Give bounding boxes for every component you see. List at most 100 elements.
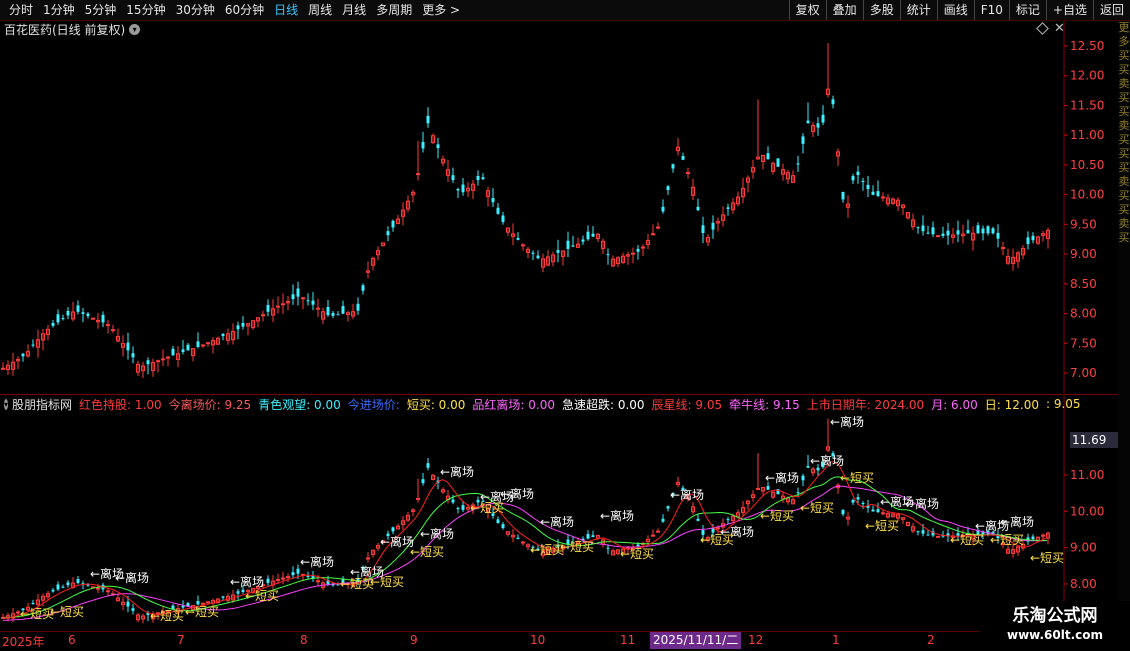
period-tab-9[interactable]: 多周期	[371, 0, 417, 20]
period-tab-10[interactable]: 更多 >	[417, 0, 465, 20]
candle-body	[186, 344, 190, 351]
indicator-value-8: 牵牛线: 9.15	[729, 397, 800, 412]
candle-body	[926, 232, 930, 234]
sidebar-char: 卖	[1118, 217, 1130, 230]
candle-body	[766, 486, 770, 490]
candle-body	[86, 313, 90, 317]
toolbar-button-8[interactable]: 返回	[1092, 0, 1130, 20]
buy-signal-label: ←短买	[840, 471, 874, 485]
candle-body	[571, 245, 575, 247]
exit-signal-label: ←离场	[115, 570, 149, 585]
candle-body	[641, 246, 645, 249]
indicator-chart[interactable]: 11.0010.009.008.00←离场←离场 ←离场←离场←离场←离场←离场←…	[0, 396, 1118, 632]
candle-body	[51, 589, 55, 592]
candle-body	[61, 586, 65, 588]
candle-body	[496, 207, 500, 214]
period-tab-5[interactable]: 60分钟	[220, 0, 269, 20]
candle-body	[991, 228, 995, 234]
period-tab-6[interactable]: 日线	[269, 0, 303, 20]
candle-body	[926, 534, 930, 536]
candles	[1, 43, 1050, 379]
y-tick-label: 11.00	[1070, 468, 1104, 482]
candle-body	[111, 329, 115, 332]
buy-signal-label: ←短买	[20, 607, 54, 621]
candle-body	[456, 189, 460, 191]
candle-body	[316, 307, 320, 310]
exit-signal-label: ←离场	[440, 464, 474, 479]
candle-body	[861, 503, 865, 505]
date-cursor-label: 2025/11/11/二	[650, 632, 742, 649]
candle-body	[841, 191, 845, 200]
indicator-value-1: 今离场价: 9.25	[168, 397, 252, 412]
period-tab-7[interactable]: 周线	[303, 0, 337, 20]
candle-body	[851, 499, 855, 503]
buy-signal-label: ←短买	[865, 519, 899, 533]
candle-body	[61, 318, 65, 320]
candle-body	[671, 164, 675, 169]
toolbar-button-1[interactable]: 叠加	[825, 0, 863, 20]
candle-body	[76, 579, 80, 583]
toolbar-button-7[interactable]: +自选	[1045, 0, 1093, 20]
watermark-title: 乐淘公式网	[1012, 606, 1098, 626]
indicator-panel[interactable]: 11.00 10.00 9.00 8.00 ←离场 ←离场 ←离场 ←离场 ←离场 ←离场 ←离场 ←…	[0, 396, 1130, 650]
dropdown-icon[interactable]: ▾	[4, 398, 9, 410]
candle-body	[221, 333, 225, 336]
candle-body	[126, 342, 130, 351]
candle-body	[146, 360, 150, 365]
candle-body	[661, 206, 665, 212]
toolbar-button-0[interactable]: 复权	[788, 0, 826, 20]
toolbar-button-4[interactable]: 画线	[936, 0, 974, 20]
y-tick-label: 10.00	[1070, 188, 1104, 202]
buy-signal-label: ←短买	[700, 533, 734, 547]
candle-body	[966, 230, 970, 234]
buy-signal-label: ←短买	[185, 605, 219, 619]
toolbar-button-5[interactable]: F10	[973, 0, 1009, 20]
candle-body	[1001, 247, 1005, 250]
candle-body	[851, 176, 855, 181]
candle-body	[521, 541, 525, 544]
price-chart-panel[interactable]: 百花医药(日线 前复权) ▾ ✕ 12.50 12.00 11.50 11.00 10.…	[0, 21, 1130, 393]
candle-body	[96, 587, 100, 590]
period-tab-1[interactable]: 1分钟	[38, 0, 80, 20]
candle-body	[796, 492, 800, 494]
sidebar-char: 买	[1118, 147, 1130, 160]
toolbar-button-2[interactable]: 多股	[862, 0, 900, 20]
candle-body	[286, 576, 290, 579]
candle-body	[81, 312, 85, 314]
candle-body	[391, 220, 395, 228]
candle-body	[291, 294, 295, 300]
sidebar-char: 买	[1118, 161, 1130, 174]
candle-body	[606, 254, 610, 256]
panel-divider[interactable]	[0, 394, 1130, 395]
right-sidebar[interactable]: 更多买买卖买买卖买买买卖买买卖买	[1118, 21, 1130, 641]
price-chart[interactable]: 12.50 12.00 11.50 11.00 10.50 10.00 9.50 9.00 8.…	[0, 21, 1118, 393]
exit-signal-label: ←离场	[765, 470, 799, 485]
candle-body	[51, 322, 55, 326]
period-tab-4[interactable]: 30分钟	[171, 0, 220, 20]
candle-body	[241, 323, 245, 327]
period-tab-3[interactable]: 15分钟	[121, 0, 170, 20]
candle-body	[1026, 237, 1030, 244]
candle-body	[586, 231, 590, 240]
buy-signal-label: ←短买	[150, 609, 184, 623]
toolbar-button-3[interactable]: 统计	[899, 0, 937, 20]
y-tick-label: 10.00	[1070, 504, 1104, 518]
period-tab-0[interactable]: 分时	[4, 0, 38, 20]
buy-signal-label: ←短买	[410, 545, 444, 559]
period-tab-2[interactable]: 5分钟	[80, 0, 122, 20]
indicator-value-10: 月: 6.00	[931, 397, 978, 412]
candle-body	[871, 191, 875, 195]
candle-body	[76, 305, 80, 312]
toolbar-button-6[interactable]: 标记	[1008, 0, 1046, 20]
indicator-value-6: 急速超跌: 0.00	[561, 397, 645, 412]
date-axis[interactable]: 2025年 6 7 8 9 10 11 2025/11/11/二 12 1 2	[0, 631, 1130, 651]
candle-body	[456, 507, 460, 509]
period-tab-8[interactable]: 月线	[337, 0, 371, 20]
sidebar-char: 买	[1118, 49, 1130, 62]
candle-body	[876, 191, 880, 196]
candle-body	[821, 114, 825, 123]
candle-body	[606, 547, 610, 549]
candle-body	[31, 344, 35, 346]
candle-body	[476, 175, 480, 181]
candle-body	[386, 231, 390, 236]
